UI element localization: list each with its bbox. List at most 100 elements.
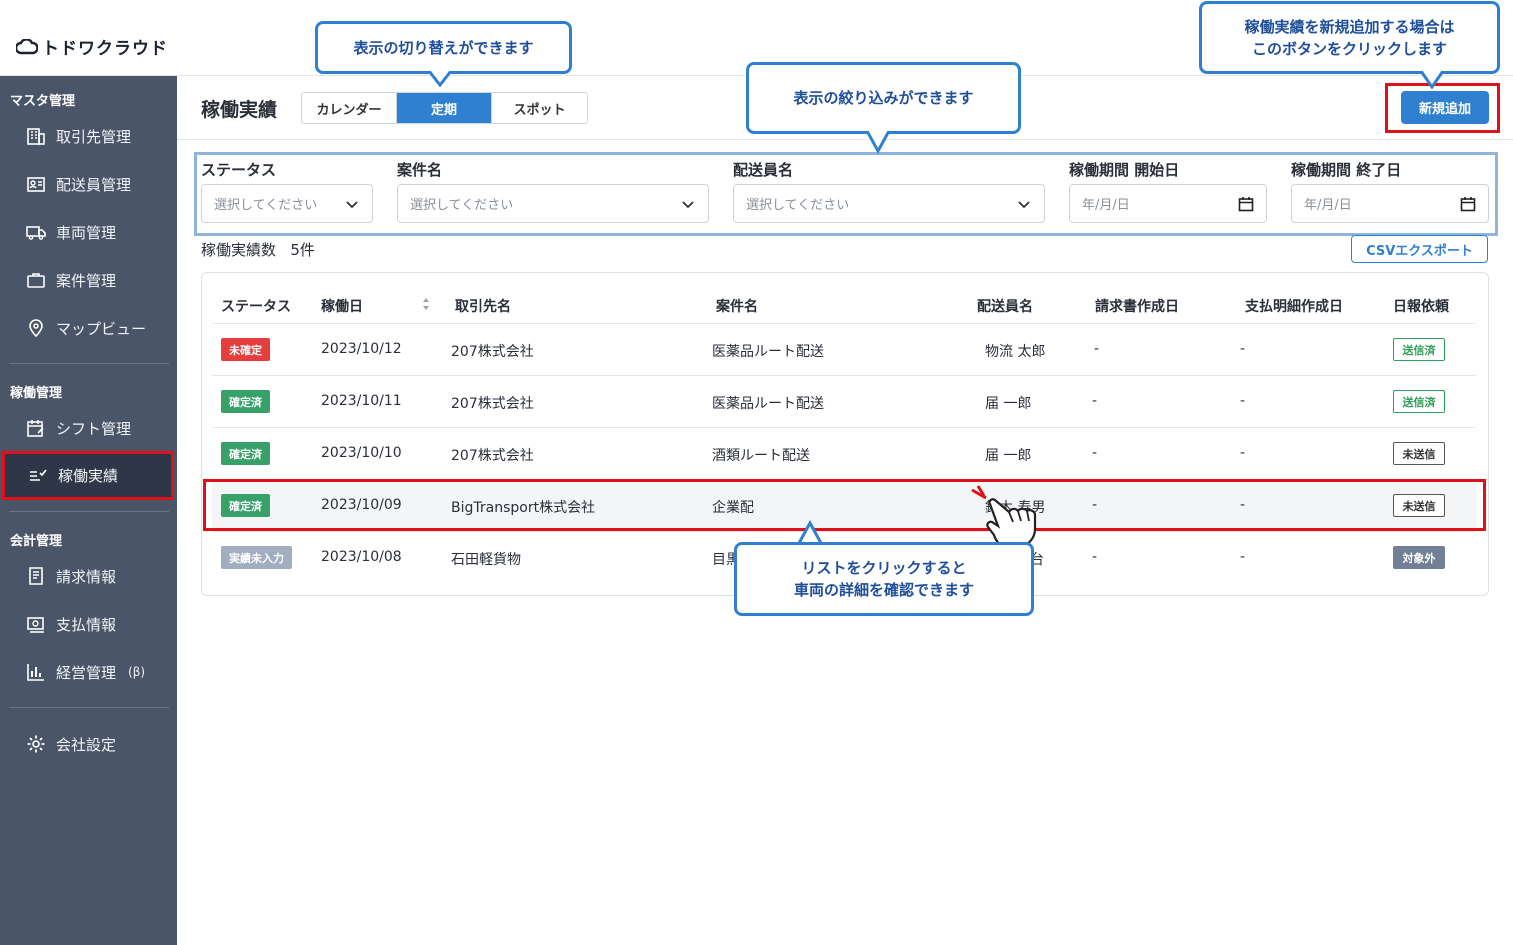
new-add-button[interactable]: 新規追加 xyxy=(1401,91,1489,124)
map-pin-icon xyxy=(29,319,43,338)
cell-date: 2023/10/12 xyxy=(321,341,402,357)
cloud-logo-icon xyxy=(16,38,38,54)
cell-project: 医薬品ルート配送 xyxy=(712,344,824,360)
cell-date: 2023/10/08 xyxy=(321,549,402,565)
calendar-icon[interactable] xyxy=(1238,196,1254,212)
cell-invoice-date: - xyxy=(1094,341,1100,357)
record-count-value: 5件 xyxy=(290,241,315,259)
callout-list: リストをクリックすると 車両の詳細を確認できます xyxy=(734,542,1034,616)
sidebar-item-drivers[interactable]: 配送員管理 xyxy=(0,162,177,206)
col-header-invoice-date: 請求書作成日 xyxy=(1095,299,1179,315)
sidebar-section-accounting: 会計管理 xyxy=(10,534,63,549)
id-card-icon xyxy=(27,177,45,192)
sidebar-item-work-records[interactable]: 稼働実績 xyxy=(2,451,174,500)
col-header-date[interactable]: 稼働日 xyxy=(321,296,363,316)
col-header-client: 取引先名 xyxy=(455,299,511,315)
cell-payment-date: - xyxy=(1240,393,1246,409)
sidebar-item-label: 案件管理 xyxy=(56,271,117,290)
col-header-report: 日報依頼 xyxy=(1393,299,1449,315)
sidebar-item-label: シフト管理 xyxy=(56,419,132,438)
callout-view-switch-text: 表示の切り替えができます xyxy=(353,38,534,57)
calendar-icon[interactable] xyxy=(1460,196,1476,212)
col-header-driver: 配送員名 xyxy=(977,299,1033,315)
cell-payment-date: - xyxy=(1240,549,1246,565)
callout-new-add-line2: このボタンをクリックします xyxy=(1251,39,1447,58)
sidebar-item-projects[interactable]: 案件管理 xyxy=(0,258,177,302)
end-date-input[interactable]: 年/月/日 xyxy=(1291,184,1489,223)
briefcase-icon xyxy=(27,273,45,288)
cell-driver: 届 一郎 xyxy=(985,448,1032,464)
record-count-label: 稼働実績数 xyxy=(201,241,277,259)
sidebar-item-company-settings[interactable]: 会社設定 xyxy=(0,722,177,766)
status-badge: 確定済 xyxy=(221,390,270,413)
callout-new-add: 稼働実績を新規追加する場合は このボタンをクリックします xyxy=(1199,1,1500,74)
tab-spot[interactable]: スポット xyxy=(492,93,587,123)
project-select-placeholder: 選択してください xyxy=(410,198,514,213)
filter-driver-label: 配送員名 xyxy=(733,161,794,179)
gear-icon xyxy=(27,735,45,753)
cell-client: 石田軽貨物 xyxy=(451,552,521,568)
beta-suffix: (β) xyxy=(128,665,146,679)
filter-project-label: 案件名 xyxy=(397,161,443,179)
cell-driver: 物流 太郎 xyxy=(985,344,1046,360)
report-badge: 未送信 xyxy=(1393,442,1445,465)
sidebar-item-payments[interactable]: 支払情報 xyxy=(0,602,177,646)
callout-view-switch: 表示の切り替えができます xyxy=(315,21,572,74)
col-header-project: 案件名 xyxy=(716,299,758,315)
payment-icon xyxy=(27,617,44,633)
document-icon xyxy=(29,567,43,585)
callout-pointer xyxy=(1420,71,1444,89)
cell-client: 207株式会社 xyxy=(451,448,534,464)
status-select[interactable]: 選択してください xyxy=(201,184,373,223)
building-icon xyxy=(27,128,45,145)
chevron-down-icon xyxy=(346,200,358,208)
sidebar-item-mapview[interactable]: マップビュー xyxy=(0,306,177,350)
status-badge: 確定済 xyxy=(221,442,270,465)
chevron-down-icon xyxy=(1018,200,1030,208)
checklist-icon xyxy=(30,469,47,481)
col-header-payment-date: 支払明細作成日 xyxy=(1245,299,1343,315)
cell-client: 207株式会社 xyxy=(451,396,534,412)
sidebar-divider xyxy=(9,511,169,512)
callout-filter: 表示の絞り込みができます xyxy=(746,62,1021,134)
driver-select-placeholder: 選択してください xyxy=(746,198,850,213)
status-badge: 実績未入力 xyxy=(221,546,292,569)
tab-regular[interactable]: 定期 xyxy=(397,93,492,123)
callout-list-line2: 車両の詳細を確認できます xyxy=(793,581,974,599)
sort-icon[interactable] xyxy=(421,295,431,313)
tab-calendar[interactable]: カレンダー xyxy=(302,93,397,123)
start-date-input[interactable]: 年/月/日 xyxy=(1069,184,1267,223)
sidebar-item-invoices[interactable]: 請求情報 xyxy=(0,554,177,598)
sidebar-item-shifts[interactable]: シフト管理 xyxy=(0,406,177,450)
sidebar-item-management[interactable]: 経営管理 (β) xyxy=(0,650,177,694)
cell-payment-date: - xyxy=(1240,341,1246,357)
driver-select[interactable]: 選択してください xyxy=(733,184,1045,223)
cell-invoice-date: - xyxy=(1092,393,1098,409)
sidebar-divider xyxy=(9,707,169,708)
cell-project: 酒類ルート配送 xyxy=(712,448,810,464)
cell-project: 医薬品ルート配送 xyxy=(712,396,824,412)
selected-row-highlight xyxy=(203,479,1486,531)
cell-date: 2023/10/11 xyxy=(321,393,402,409)
cell-payment-date: - xyxy=(1240,445,1246,461)
sidebar-item-label: 支払情報 xyxy=(56,615,117,634)
sidebar-section-operations: 稼働管理 xyxy=(10,386,63,401)
sidebar-item-label: 取引先管理 xyxy=(56,127,132,146)
callout-new-add-line1: 稼働実績を新規追加する場合は xyxy=(1244,17,1455,36)
csv-export-button[interactable]: CSVエクスポート xyxy=(1351,235,1488,263)
col-header-status: ステータス xyxy=(221,299,291,315)
sidebar-item-label: 車両管理 xyxy=(56,223,117,242)
project-select[interactable]: 選択してください xyxy=(397,184,709,223)
sidebar-item-label: 配送員管理 xyxy=(56,175,132,194)
filter-start-label: 稼働期間 開始日 xyxy=(1069,161,1180,179)
report-badge: 送信済 xyxy=(1393,338,1445,361)
sidebar-item-vehicles[interactable]: 車両管理 xyxy=(0,210,177,254)
report-badge: 送信済 xyxy=(1393,390,1445,413)
sidebar-item-label: 稼働実績 xyxy=(58,467,119,485)
report-badge: 対象外 xyxy=(1393,546,1445,569)
status-select-placeholder: 選択してください xyxy=(214,198,318,213)
callout-pointer xyxy=(428,71,452,87)
filter-end-label: 稼働期間 終了日 xyxy=(1291,161,1402,179)
sidebar-item-clients[interactable]: 取引先管理 xyxy=(0,114,177,158)
app-logo[interactable]: トドワクラウド xyxy=(16,34,168,59)
